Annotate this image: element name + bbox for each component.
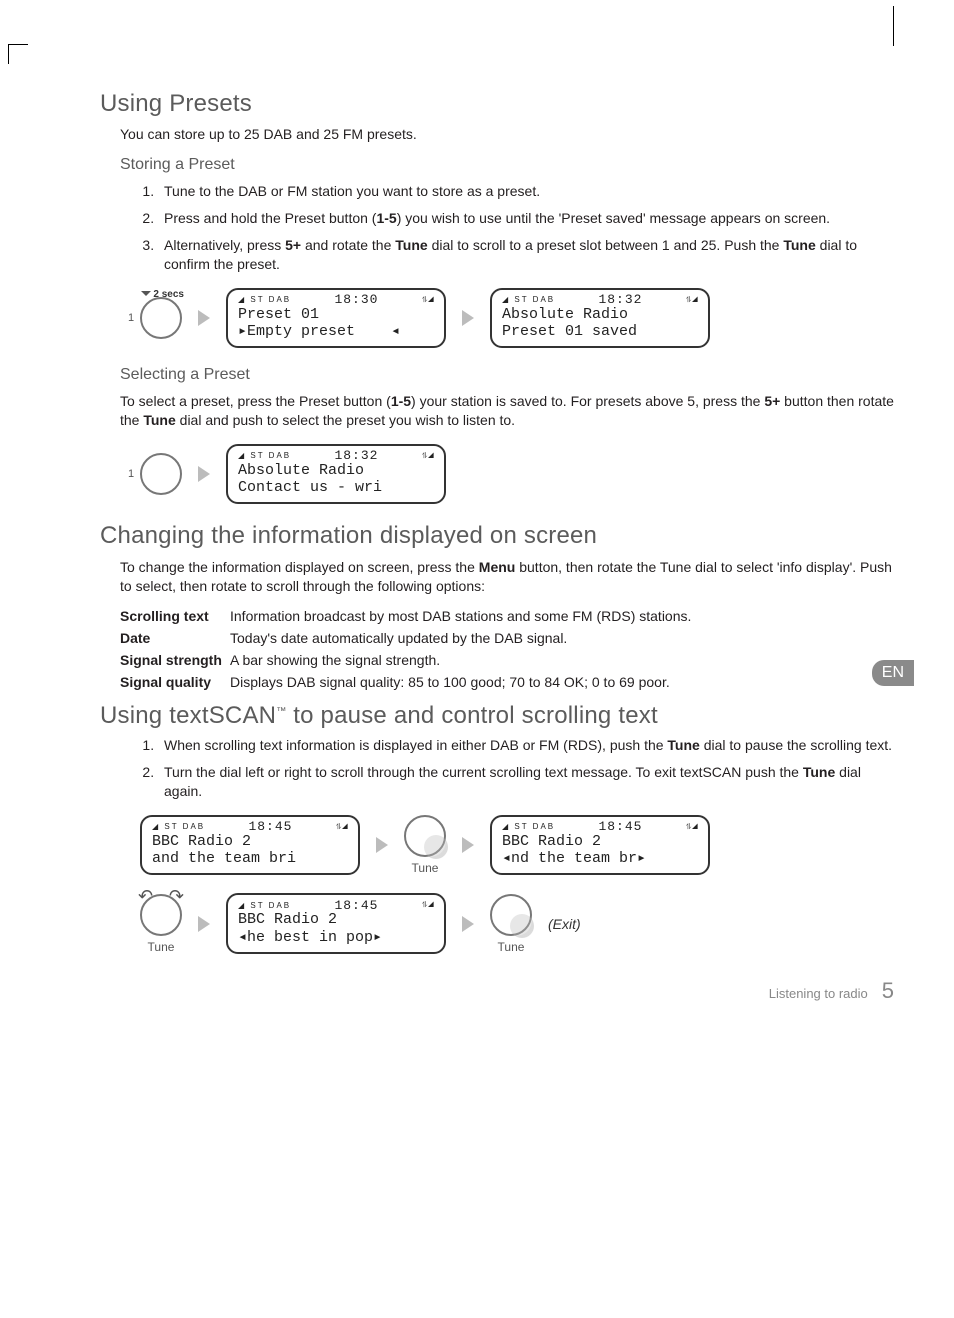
lcd-screen: ◢ ST DAB 18:30 ⥮◢ Preset 01 ▸Empty prese…: [226, 288, 446, 349]
dial-icon: 1: [140, 453, 182, 495]
hold-label: 2 secs: [141, 289, 184, 300]
table-row: DateToday's date automatically updated b…: [120, 630, 894, 646]
lcd-line2: Contact us - wri: [238, 479, 434, 496]
intro-presets: You can store up to 25 DAB and 25 FM pre…: [120, 126, 894, 142]
para-selecting: To select a preset, press the Preset but…: [120, 392, 894, 430]
arrow-icon: [198, 466, 210, 482]
diagram-textscan-row2: ↶↷ Tune ◢ ST DAB 18:45 ⥮◢ BBC Radio 2 ◂h…: [140, 893, 894, 954]
option-value: Information broadcast by most DAB statio…: [230, 608, 894, 624]
lcd-line2: ▸Empty preset ◂: [238, 323, 434, 340]
table-row: Signal qualityDisplays DAB signal qualit…: [120, 674, 894, 690]
lcd-status-icons: ◢ ST DAB: [238, 901, 291, 910]
lcd-battery-icon: ⥮◢: [422, 451, 434, 461]
lcd-line2: ◂nd the team br▸: [502, 850, 698, 867]
lcd-status-icons: ◢ ST DAB: [502, 295, 555, 304]
step: When scrolling text information is displ…: [158, 736, 894, 755]
lcd-status-icons: ◢ ST DAB: [238, 451, 291, 460]
dial-with-hand: Tune: [404, 815, 446, 875]
footer-page-number: 5: [882, 978, 894, 1004]
dial-icon: [490, 894, 532, 936]
lcd-screen: ◢ ST DAB 18:45 ⥮◢ BBC Radio 2 ◂he best i…: [226, 893, 446, 954]
lcd-line1: Preset 01: [238, 306, 434, 323]
steps-storing: Tune to the DAB or FM station you want t…: [140, 182, 894, 274]
lcd-battery-icon: ⥮◢: [686, 822, 698, 832]
dial-number: 1: [128, 312, 134, 324]
lcd-screen: ◢ ST DAB 18:32 ⥮◢ Absolute Radio Contact…: [226, 444, 446, 505]
heading-textscan: Using textSCAN™ to pause and control scr…: [100, 702, 894, 730]
dial-icon: 1 2 secs: [140, 297, 182, 339]
dial-rotate: ↶↷ Tune: [140, 894, 182, 954]
lcd-battery-icon: ⥮◢: [686, 295, 698, 305]
arrow-icon: [198, 916, 210, 932]
lcd-line1: BBC Radio 2: [152, 833, 348, 850]
lcd-screen: ◢ ST DAB 18:32 ⥮◢ Absolute Radio Preset …: [490, 288, 710, 349]
info-options-table: Scrolling textInformation broadcast by m…: [120, 608, 894, 690]
option-key: Date: [120, 630, 230, 646]
arrow-icon: [462, 916, 474, 932]
lcd-screen: ◢ ST DAB 18:45 ⥮◢ BBC Radio 2 ◂nd the te…: [490, 815, 710, 876]
diagram-store: 1 2 secs ◢ ST DAB 18:30 ⥮◢ Preset 01 ▸Em…: [140, 288, 894, 349]
option-value: Displays DAB signal quality: 85 to 100 g…: [230, 674, 894, 690]
footer-section: Listening to radio: [769, 986, 868, 1001]
hand-icon: [424, 835, 448, 859]
dial-label: Tune: [404, 861, 446, 875]
dial-label: Tune: [140, 940, 182, 954]
lcd-line1: Absolute Radio: [238, 462, 434, 479]
dial-number: 1: [128, 468, 134, 480]
diagram-textscan-row1: ◢ ST DAB 18:45 ⥮◢ BBC Radio 2 and the te…: [140, 815, 894, 876]
lcd-line1: Absolute Radio: [502, 306, 698, 323]
option-key: Signal strength: [120, 652, 230, 668]
step: Tune to the DAB or FM station you want t…: [158, 182, 894, 201]
lcd-clock: 18:45: [598, 819, 642, 834]
diagram-select: 1 ◢ ST DAB 18:32 ⥮◢ Absolute Radio Conta…: [140, 444, 894, 505]
exit-label: (Exit): [548, 916, 581, 932]
lcd-line2: Preset 01 saved: [502, 323, 698, 340]
lcd-clock: 18:30: [334, 292, 378, 307]
heading-selecting-preset: Selecting a Preset: [120, 366, 894, 384]
lcd-battery-icon: ⥮◢: [336, 822, 348, 832]
dial-label: Tune: [490, 940, 532, 954]
lcd-line2: ◂he best in pop▸: [238, 929, 434, 946]
lcd-line1: BBC Radio 2: [238, 911, 434, 928]
lcd-clock: 18:32: [598, 292, 642, 307]
step: Alternatively, press 5+ and rotate the T…: [158, 236, 894, 274]
table-row: Signal strengthA bar showing the signal …: [120, 652, 894, 668]
lcd-line2: and the team bri: [152, 850, 348, 867]
lcd-line1: BBC Radio 2: [502, 833, 698, 850]
dial-with-hand: Tune: [490, 894, 532, 954]
para-changing-info: To change the information displayed on s…: [120, 558, 894, 596]
language-tab: EN: [872, 660, 914, 686]
step: Turn the dial left or right to scroll th…: [158, 763, 894, 801]
steps-textscan: When scrolling text information is displ…: [140, 736, 894, 801]
page-footer: Listening to radio 5: [100, 978, 894, 1004]
hand-icon: [510, 914, 534, 938]
lcd-status-icons: ◢ ST DAB: [502, 822, 555, 831]
arrow-icon: [462, 310, 474, 326]
lcd-screen: ◢ ST DAB 18:45 ⥮◢ BBC Radio 2 and the te…: [140, 815, 360, 876]
lcd-battery-icon: ⥮◢: [422, 900, 434, 910]
dial-icon: ↶↷: [140, 894, 182, 936]
option-value: Today's date automatically updated by th…: [230, 630, 894, 646]
dial-icon: [404, 815, 446, 857]
table-row: Scrolling textInformation broadcast by m…: [120, 608, 894, 624]
heading-storing-preset: Storing a Preset: [120, 156, 894, 174]
lcd-status-icons: ◢ ST DAB: [238, 295, 291, 304]
arrow-icon: [376, 837, 388, 853]
lcd-status-icons: ◢ ST DAB: [152, 822, 205, 831]
lcd-clock: 18:45: [248, 819, 292, 834]
arrow-icon: [198, 310, 210, 326]
option-key: Scrolling text: [120, 608, 230, 624]
lcd-battery-icon: ⥮◢: [422, 295, 434, 305]
heading-changing-info: Changing the information displayed on sc…: [100, 522, 894, 550]
heading-using-presets: Using Presets: [100, 90, 894, 118]
rotate-arrows-icon: ↶↷: [138, 886, 184, 907]
arrow-icon: [462, 837, 474, 853]
step: Press and hold the Preset button (1-5) y…: [158, 209, 894, 228]
lcd-clock: 18:45: [334, 898, 378, 913]
option-value: A bar showing the signal strength.: [230, 652, 894, 668]
option-key: Signal quality: [120, 674, 230, 690]
